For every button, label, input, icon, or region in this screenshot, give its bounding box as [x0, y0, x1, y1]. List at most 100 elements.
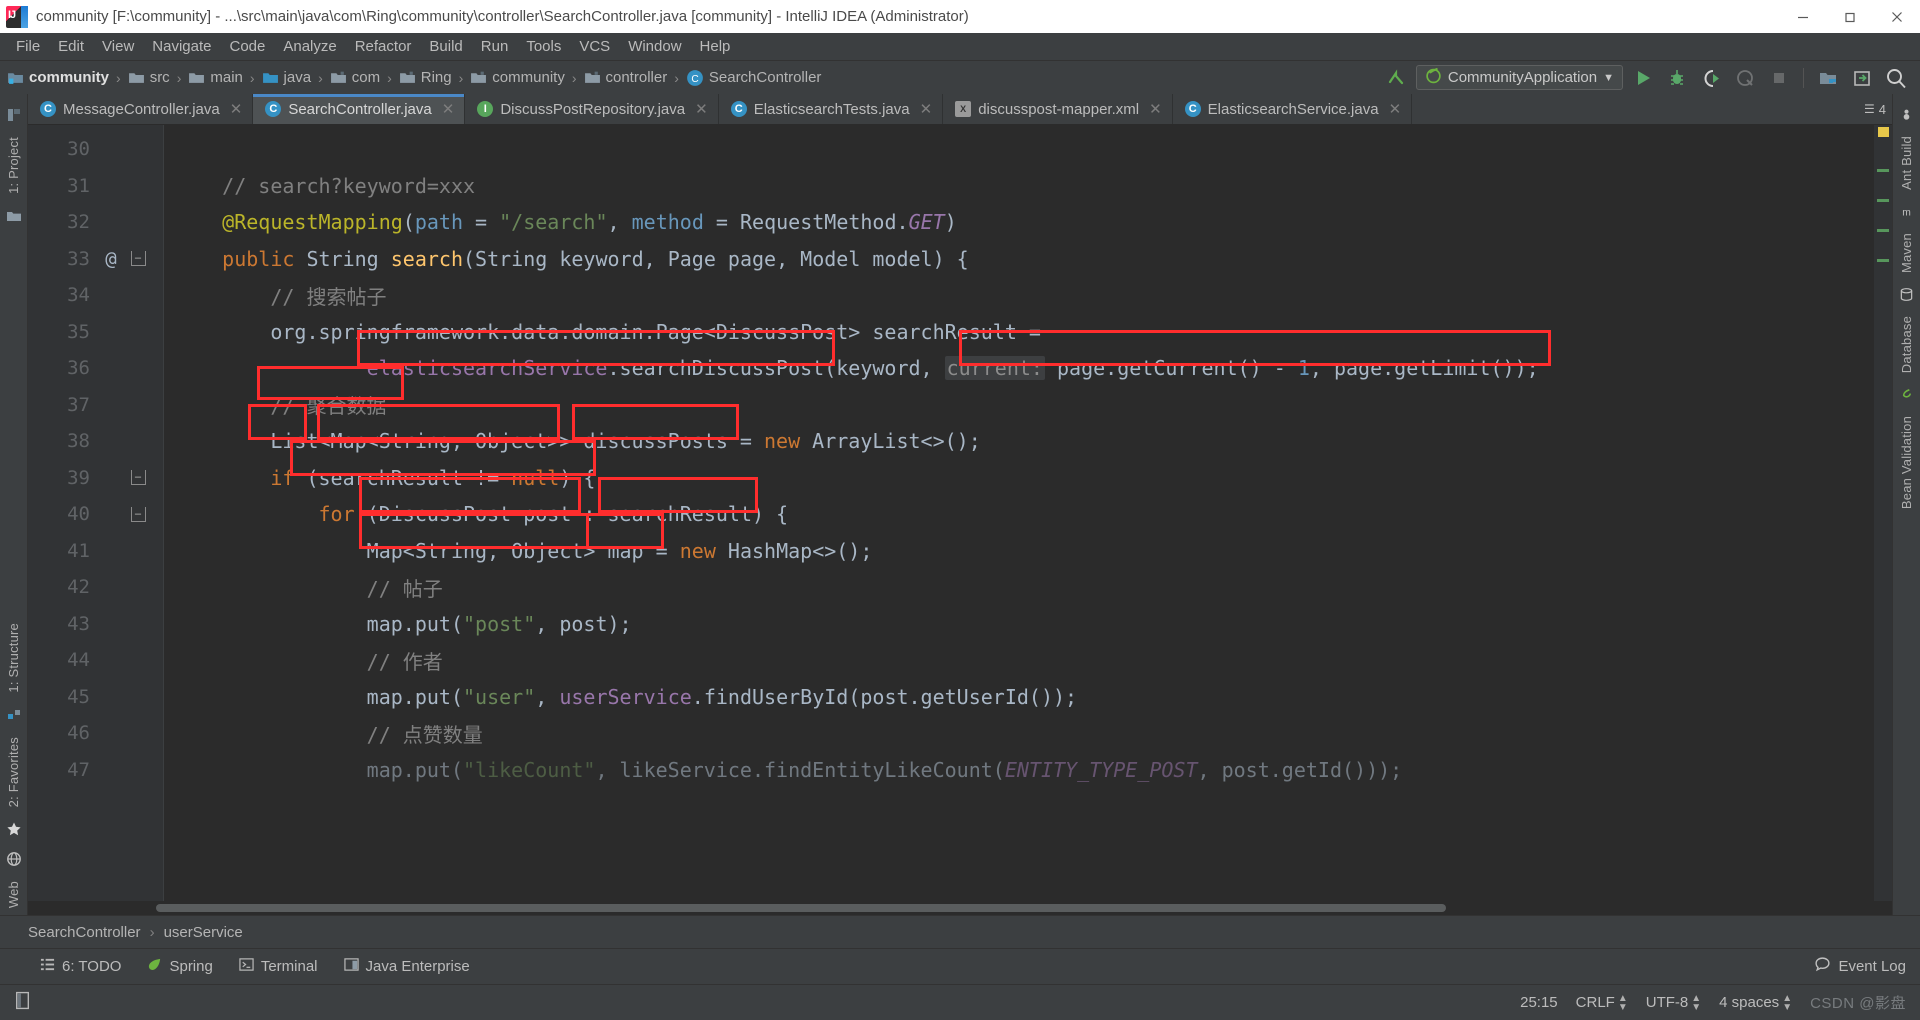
- menu-window[interactable]: Window: [619, 35, 690, 58]
- menu-edit[interactable]: Edit: [49, 35, 93, 58]
- project-icon[interactable]: [6, 100, 22, 130]
- minimize-icon[interactable]: [1779, 0, 1826, 33]
- breadcrumb-searchcontroller-class[interactable]: C SearchController: [686, 69, 821, 87]
- menu-analyze[interactable]: Analyze: [274, 35, 345, 58]
- toolwindow-todo[interactable]: 6: TODO: [40, 957, 121, 976]
- toolwindow-spring[interactable]: Spring: [147, 957, 213, 976]
- breadcrumb-community-package[interactable]: community: [470, 69, 565, 86]
- chevron-down-icon[interactable]: ▼: [1603, 72, 1614, 84]
- breadcrumb-main[interactable]: main: [188, 69, 243, 86]
- code-token: ,: [607, 210, 632, 235]
- line-separator-status[interactable]: CRLF ▲ ▼: [1576, 993, 1628, 1012]
- sidebar-item-favorites[interactable]: 2: Favorites: [6, 730, 21, 814]
- scrollbar-thumb[interactable]: [156, 904, 1446, 912]
- error-stripe-marker[interactable]: [1877, 199, 1889, 202]
- caret-position[interactable]: 25:15: [1520, 994, 1558, 1011]
- breadcrumb-class[interactable]: SearchController: [28, 924, 141, 941]
- maximize-icon[interactable]: [1826, 0, 1873, 33]
- maven-icon[interactable]: m: [1899, 197, 1914, 226]
- sidebar-item-ant-build[interactable]: Ant Build: [1899, 129, 1914, 197]
- fold-handle[interactable]: −: [128, 251, 148, 267]
- toolwindow-java-enterprise[interactable]: Java Enterprise: [343, 957, 470, 976]
- database-icon[interactable]: [1899, 280, 1914, 309]
- structure-icon[interactable]: [6, 700, 22, 730]
- breadcrumb-community-module[interactable]: community: [7, 69, 109, 86]
- editor-tab-discusspostrepository[interactable]: I DiscussPostRepository.java ✕: [465, 94, 719, 124]
- toolwindow-toggle-icon[interactable]: [14, 991, 31, 1014]
- breadcrumb-ring[interactable]: Ring: [399, 69, 452, 86]
- run-icon[interactable]: [1629, 65, 1657, 91]
- editor-tab-label: DiscussPostRepository.java: [500, 100, 686, 118]
- sidebar-item-project[interactable]: 1: Project: [6, 130, 21, 201]
- error-stripe-marker[interactable]: [1877, 259, 1889, 262]
- annotation-gutter-icon[interactable]: @: [94, 248, 128, 270]
- menu-help[interactable]: Help: [691, 35, 740, 58]
- fold-handle[interactable]: −: [128, 470, 148, 486]
- stop-icon[interactable]: [1765, 65, 1793, 91]
- sidebar-item-web[interactable]: Web: [6, 874, 21, 915]
- menu-build[interactable]: Build: [420, 35, 471, 58]
- breadcrumb-member[interactable]: userService: [164, 924, 243, 941]
- breadcrumb-java[interactable]: java: [262, 69, 311, 86]
- menu-navigate[interactable]: Navigate: [143, 35, 220, 58]
- toolwindow-terminal[interactable]: Terminal: [239, 957, 318, 976]
- close-icon[interactable]: ✕: [1389, 100, 1402, 118]
- ant-icon[interactable]: [1899, 100, 1914, 129]
- error-stripe-marker[interactable]: [1877, 169, 1889, 172]
- run-with-coverage-icon[interactable]: [1697, 65, 1725, 91]
- menu-tools[interactable]: Tools: [517, 35, 570, 58]
- close-icon[interactable]: ✕: [442, 100, 455, 118]
- bean-icon[interactable]: [1899, 380, 1914, 409]
- run-configuration-selector[interactable]: CommunityApplication ▼: [1415, 65, 1623, 90]
- event-log-button[interactable]: Event Log: [1814, 956, 1920, 977]
- menu-run[interactable]: Run: [472, 35, 518, 58]
- error-stripe-marker-bar[interactable]: [1874, 125, 1892, 901]
- code-content[interactable]: // search?keyword=xxx @RequestMapping(pa…: [163, 125, 1892, 901]
- sidebar-item-structure[interactable]: 1: Structure: [6, 616, 21, 700]
- close-icon[interactable]: ✕: [230, 100, 243, 118]
- breadcrumb-controller[interactable]: controller: [584, 69, 667, 86]
- editor-tab-discusspost-mapper[interactable]: X discusspost-mapper.xml ✕: [943, 94, 1173, 124]
- close-icon[interactable]: ✕: [1149, 100, 1162, 118]
- menu-file[interactable]: File: [7, 35, 49, 58]
- folder-icon[interactable]: [6, 201, 22, 231]
- sidebar-item-maven[interactable]: Maven: [1899, 226, 1914, 280]
- fold-handle[interactable]: −: [128, 506, 148, 522]
- code-editor[interactable]: 30 31 32 33 @ − 34 35 36 37 38 39 − 40 −…: [28, 125, 1892, 901]
- editor-tab-messagecontroller[interactable]: C MessageController.java ✕: [28, 94, 254, 124]
- code-token: Map<String, Object> map =: [174, 538, 680, 563]
- code-token: , post.getId()));: [1197, 757, 1403, 782]
- close-icon[interactable]: ✕: [920, 100, 933, 118]
- build-icon[interactable]: [1382, 65, 1410, 91]
- error-stripe-marker[interactable]: [1878, 127, 1889, 137]
- editor-gutter[interactable]: 30 31 32 33 @ − 34 35 36 37 38 39 − 40 −…: [28, 125, 163, 901]
- run-configuration-label: CommunityApplication: [1447, 69, 1598, 86]
- tab-list-icon[interactable]: ☰: [1864, 102, 1875, 116]
- favorites-icon[interactable]: [6, 814, 22, 844]
- sidebar-item-database[interactable]: Database: [1899, 309, 1914, 380]
- editor-horizontal-scrollbar[interactable]: [28, 901, 1892, 915]
- menu-vcs[interactable]: VCS: [570, 35, 619, 58]
- breadcrumb-com[interactable]: com: [330, 69, 380, 86]
- menu-view[interactable]: View: [93, 35, 143, 58]
- profile-icon[interactable]: [1731, 65, 1759, 91]
- tab-overflow[interactable]: ☰ 4: [1864, 94, 1892, 124]
- project-structure-icon[interactable]: [1814, 65, 1842, 91]
- menu-code[interactable]: Code: [220, 35, 274, 58]
- web-icon[interactable]: [6, 844, 22, 874]
- menu-bar: File Edit View Navigate Code Analyze Ref…: [0, 33, 1920, 61]
- editor-tab-elasticsearchtests[interactable]: C ElasticsearchTests.java ✕: [719, 94, 944, 124]
- editor-tab-searchcontroller[interactable]: C SearchController.java ✕: [253, 94, 466, 124]
- debug-icon[interactable]: [1663, 65, 1691, 91]
- update-project-icon[interactable]: [1848, 65, 1876, 91]
- indent-status[interactable]: 4 spaces ▲ ▼: [1719, 993, 1792, 1012]
- search-everywhere-icon[interactable]: [1882, 65, 1910, 91]
- error-stripe-marker[interactable]: [1877, 229, 1889, 232]
- encoding-status[interactable]: UTF-8 ▲ ▼: [1646, 993, 1701, 1012]
- close-icon[interactable]: [1873, 0, 1920, 33]
- close-icon[interactable]: ✕: [695, 100, 708, 118]
- sidebar-item-bean-validation[interactable]: Bean Validation: [1899, 409, 1914, 516]
- breadcrumb-src[interactable]: src: [128, 69, 170, 86]
- menu-refactor[interactable]: Refactor: [346, 35, 421, 58]
- editor-tab-elasticsearchservice[interactable]: C ElasticsearchService.java ✕: [1173, 94, 1413, 124]
